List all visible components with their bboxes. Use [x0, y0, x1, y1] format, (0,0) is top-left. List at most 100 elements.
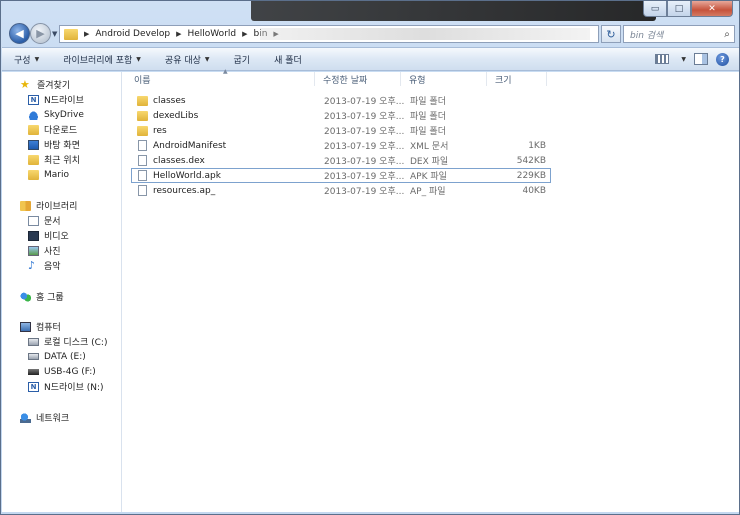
forward-button[interactable]: ▶: [30, 23, 51, 44]
column-header-label: 이름: [134, 75, 151, 86]
chevron-down-icon[interactable]: ▼: [681, 56, 686, 63]
nav-item-label: 사진: [44, 247, 61, 257]
file-type: APK 파일: [410, 172, 447, 182]
view-controls: ▼ ?: [655, 52, 739, 66]
file-list-pane: 이름 수정한 날짜 유형 크기 ▲ classes 2013-07-19 오후..…: [123, 68, 739, 512]
command-bar: 구성 ▼ 라이브러리에 포함 ▼ 공유 대상 ▼ 굽기 새 폴더 ▼ ?: [2, 47, 739, 71]
nav-item-label: DATA (E:): [44, 351, 86, 362]
folder-icon: [137, 95, 148, 106]
recent-pages-dropdown-icon[interactable]: ▼: [52, 30, 57, 38]
burn-button[interactable]: 굽기: [222, 53, 263, 66]
file-date: 2013-07-19 오후...: [324, 127, 405, 137]
content-area: ★ 즐겨찾기 N N드라이브 SkyDrive 다운로드 바탕 화면 최근 위치…: [2, 68, 739, 512]
help-icon[interactable]: ?: [716, 52, 729, 66]
file-size: 40KB: [522, 185, 546, 196]
nav-item-downloads[interactable]: 다운로드: [2, 122, 122, 137]
chevron-right-icon[interactable]: ▶: [84, 30, 89, 38]
column-header-name[interactable]: 이름: [123, 72, 315, 86]
breadcrumb-helloworld[interactable]: HelloWorld: [188, 29, 237, 39]
nav-item-label: 비디오: [44, 232, 69, 242]
column-header-type[interactable]: 유형: [401, 72, 487, 86]
folder-icon: [137, 125, 148, 136]
change-view-icon[interactable]: [655, 54, 670, 64]
homegroup-icon: [20, 291, 31, 302]
nav-item-recent-places[interactable]: 최근 위치: [2, 152, 122, 167]
share-with-button[interactable]: 공유 대상 ▼: [153, 53, 222, 66]
libraries-header[interactable]: 라이브러리: [2, 198, 122, 213]
file-icon: [138, 185, 147, 196]
computer-label: 컴퓨터: [36, 323, 61, 333]
include-in-library-button[interactable]: 라이브러리에 포함 ▼: [51, 53, 153, 66]
nav-item-music[interactable]: ♪ 음악: [2, 258, 122, 273]
system-drive-icon: [28, 337, 39, 346]
search-input[interactable]: bin 검색: [630, 28, 720, 41]
nav-item-ndrive[interactable]: N N드라이브: [2, 92, 122, 107]
folder-icon: [137, 110, 148, 121]
new-folder-button[interactable]: 새 폴더: [262, 53, 314, 66]
address-redacted-area: [260, 28, 590, 40]
nav-item-videos[interactable]: 비디오: [2, 228, 122, 243]
file-size: 1KB: [528, 140, 546, 151]
nav-item-ndrive-n[interactable]: N N드라이브 (N:): [2, 379, 122, 394]
file-row[interactable]: HelloWorld.apk 2013-07-19 오후... APK 파일 229K…: [131, 168, 551, 183]
chevron-down-icon: ▼: [136, 55, 141, 63]
file-type: 파일 폴더: [410, 97, 446, 107]
share-with-label: 공유 대상: [164, 55, 201, 66]
column-header-size[interactable]: 크기: [487, 72, 547, 86]
nav-item-desktop[interactable]: 바탕 화면: [2, 137, 122, 152]
refresh-button[interactable]: ↻: [601, 25, 621, 43]
nav-item-local-disk-c[interactable]: 로컬 디스크 (C:): [2, 334, 122, 349]
file-row[interactable]: res 2013-07-19 오후... 파일 폴더: [131, 123, 551, 138]
computer-header[interactable]: 컴퓨터: [2, 319, 122, 334]
nav-item-label: 로컬 디스크 (C:): [44, 338, 108, 348]
column-header-row: 이름 수정한 날짜 유형 크기: [123, 72, 553, 86]
back-button[interactable]: ◀: [9, 23, 30, 44]
nav-item-documents[interactable]: 문서: [2, 213, 122, 228]
navigation-bar: ◀ ▶ ▼ ▶ Android Develop ▶ HelloWorld ▶ b…: [7, 23, 735, 45]
minimize-button[interactable]: ▭: [643, 1, 667, 17]
file-icon: [138, 170, 147, 181]
desktop-icon: [28, 139, 39, 150]
nav-item-pictures[interactable]: 사진: [2, 243, 122, 258]
column-header-label: 유형: [409, 75, 426, 86]
file-row[interactable]: classes.dex 2013-07-19 오후... DEX 파일 542KB: [131, 153, 551, 168]
file-row[interactable]: classes 2013-07-19 오후... 파일 폴더: [131, 93, 551, 108]
breadcrumb-android-develop[interactable]: Android Develop: [95, 29, 170, 39]
file-name: dexedLibs: [153, 110, 199, 121]
preview-pane-icon[interactable]: [694, 53, 708, 65]
folder-icon: [64, 28, 78, 40]
usb-drive-icon: [28, 368, 39, 375]
search-box[interactable]: bin 검색 ⌕: [623, 25, 735, 43]
libraries-label: 라이브러리: [36, 202, 78, 212]
nav-item-usb-f[interactable]: USB-4G (F:): [2, 364, 122, 379]
computer-icon: [20, 321, 31, 332]
nav-item-skydrive[interactable]: SkyDrive: [2, 107, 122, 122]
chevron-right-icon[interactable]: ▶: [242, 30, 247, 38]
file-row[interactable]: resources.ap_ 2013-07-19 오후... AP_ 파일 40KB: [131, 183, 551, 198]
file-name: classes: [153, 95, 186, 106]
new-folder-label: 새 폴더: [274, 55, 302, 66]
favorites-header[interactable]: ★ 즐겨찾기: [2, 77, 122, 92]
nav-item-mario[interactable]: Mario: [2, 167, 122, 182]
network-header[interactable]: 네트워크: [2, 410, 122, 425]
maximize-button[interactable]: □: [667, 1, 691, 17]
column-header-date[interactable]: 수정한 날짜: [315, 72, 401, 86]
homegroup-header[interactable]: 홈 그룹: [2, 289, 122, 304]
file-date: 2013-07-19 오후...: [324, 97, 405, 107]
organize-button[interactable]: 구성 ▼: [2, 53, 51, 66]
video-icon: [28, 230, 39, 241]
search-icon[interactable]: ⌕: [720, 29, 734, 40]
library-icon: [20, 200, 31, 211]
nav-item-label: 다운로드: [44, 126, 78, 136]
file-list: classes 2013-07-19 오후... 파일 폴더 dexedLibs 201…: [131, 93, 551, 198]
chevron-right-icon[interactable]: ▶: [176, 30, 181, 38]
recent-places-icon: [28, 154, 39, 165]
favorites-group: ★ 즐겨찾기 N N드라이브 SkyDrive 다운로드 바탕 화면 최근 위치…: [2, 77, 122, 182]
close-button[interactable]: ✕: [691, 1, 733, 17]
address-bar[interactable]: ▶ Android Develop ▶ HelloWorld ▶ bin ▶: [59, 25, 599, 43]
file-row[interactable]: AndroidManifest 2013-07-19 오후... XML 문서 1KB: [131, 138, 551, 153]
file-row[interactable]: dexedLibs 2013-07-19 오후... 파일 폴더: [131, 108, 551, 123]
file-type: 파일 폴더: [410, 112, 446, 122]
nav-item-data-e[interactable]: DATA (E:): [2, 349, 122, 364]
file-type: 파일 폴더: [410, 127, 446, 137]
